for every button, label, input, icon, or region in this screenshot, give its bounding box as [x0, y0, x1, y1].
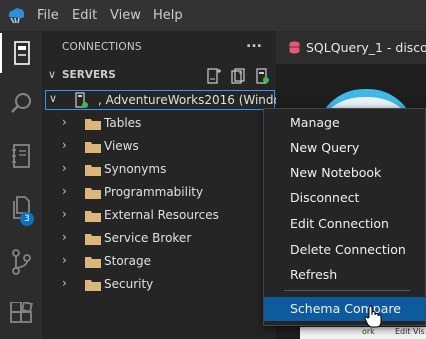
source-control-icon	[12, 249, 31, 275]
server-connection-row[interactable]: ∨ , AdventureWorks2016 (Windo...	[45, 90, 292, 110]
folder-icon	[85, 211, 101, 222]
menu-item-label: Manage	[290, 115, 340, 130]
chevron-right-icon: ›	[62, 276, 67, 290]
folder-icon	[85, 234, 101, 245]
title-bar: File Edit View Help	[0, 0, 426, 31]
notebooks-activity[interactable]	[0, 136, 42, 176]
extensions-activity[interactable]	[0, 294, 42, 334]
tree-item-label: Synonyms	[104, 162, 167, 176]
tab-sqlquery[interactable]: SQLQuery_1 - discon	[276, 31, 426, 64]
search-activity[interactable]	[0, 83, 42, 123]
hand-cursor-icon	[364, 305, 382, 328]
menu-help[interactable]: Help	[153, 8, 183, 23]
menu-edit[interactable]: Edit	[72, 8, 97, 23]
chevron-right-icon: ›	[62, 230, 67, 244]
folder-icon	[85, 188, 101, 199]
tree-item-label: Security	[104, 277, 154, 291]
folder-icon	[85, 280, 101, 291]
tree-item-label: External Resources	[104, 208, 219, 222]
strip-text: Vis	[413, 327, 425, 336]
menu-item-label: New Notebook	[290, 165, 382, 180]
menu-item-schema-compare[interactable]: Schema Compare	[264, 297, 425, 321]
background-window-strip: ork Edit Vis	[300, 327, 426, 339]
chevron-down-icon: ∨	[48, 68, 57, 81]
activity-bar: 3	[0, 31, 42, 339]
tree-item-storage[interactable]: › Storage	[42, 252, 276, 272]
tree-item-tables[interactable]: › Tables	[42, 114, 276, 134]
tree-item-service-broker[interactable]: › Service Broker	[42, 229, 276, 249]
chevron-right-icon: ›	[62, 161, 67, 175]
menu-item-label: Refresh	[290, 267, 338, 282]
menu-item-refresh[interactable]: Refresh	[264, 263, 425, 287]
menu-item-new-query[interactable]: New Query	[264, 136, 425, 160]
menu-item-manage[interactable]: Manage	[264, 111, 425, 135]
tree-item-label: Programmability	[104, 185, 204, 199]
menu-item-label: Disconnect	[290, 190, 360, 205]
chevron-right-icon: ›	[62, 115, 67, 129]
explorer-activity[interactable]: 3	[0, 188, 42, 228]
chevron-right-icon: ›	[62, 138, 67, 152]
chevron-right-icon: ›	[62, 253, 67, 267]
menu-item-new-notebook[interactable]: New Notebook	[264, 161, 425, 185]
new-server-group-icon[interactable]	[230, 68, 246, 84]
app-logo-icon	[8, 8, 25, 24]
tree-item-programmability[interactable]: › Programmability	[42, 183, 276, 203]
tree-item-views[interactable]: › Views	[42, 137, 276, 157]
notebook-icon	[12, 144, 30, 168]
folder-icon	[85, 165, 101, 176]
tree-item-security[interactable]: › Security	[42, 275, 276, 295]
menu-item-delete-connection[interactable]: Delete Connection	[264, 238, 425, 262]
connections-activity[interactable]	[0, 33, 42, 73]
new-connection-icon[interactable]	[206, 68, 222, 84]
server-connected-icon	[75, 92, 88, 108]
tab-label: SQLQuery_1 - discon	[306, 40, 426, 55]
menu-separator	[284, 290, 410, 291]
source-control-activity[interactable]	[0, 242, 42, 282]
connection-label: , AdventureWorks2016 (Windo...	[98, 93, 293, 107]
tree-item-label: Storage	[104, 254, 151, 268]
tree-item-synonyms[interactable]: › Synonyms	[42, 160, 276, 180]
database-icon	[289, 41, 300, 54]
folder-icon	[85, 257, 101, 268]
menu-item-label: Edit Connection	[290, 216, 389, 231]
explorer-badge: 3	[20, 212, 34, 226]
chevron-right-icon: ›	[62, 184, 67, 198]
menu-view[interactable]: View	[110, 8, 141, 23]
editor-tab-bar: SQLQuery_1 - discon	[276, 31, 426, 64]
sidebar-title: CONNECTIONS	[62, 41, 142, 53]
strip-text: Edit	[395, 327, 411, 336]
server-icon	[14, 41, 30, 65]
menu-item-edit-connection[interactable]: Edit Connection	[264, 212, 425, 236]
tree-item-label: Views	[104, 139, 139, 153]
folder-icon	[85, 119, 101, 130]
active-connections-icon[interactable]	[254, 68, 270, 84]
menu-item-disconnect[interactable]: Disconnect	[264, 186, 425, 210]
menu-file[interactable]: File	[37, 8, 59, 23]
chevron-down-icon: ∨	[49, 92, 58, 105]
tree-item-label: Tables	[104, 116, 142, 130]
servers-section-header[interactable]: ∨ SERVERS	[42, 67, 276, 85]
extensions-icon	[10, 302, 33, 323]
context-menu: Manage New Query New Notebook Disconnect…	[263, 108, 426, 326]
tree-item-label: Service Broker	[104, 231, 192, 245]
chevron-right-icon: ›	[62, 207, 67, 221]
folder-icon	[85, 142, 101, 153]
connections-sidebar: CONNECTIONS ... ∨ SERVERS ∨ , AdventureW	[42, 31, 292, 339]
tree-item-external-resources[interactable]: › External Resources	[42, 206, 276, 226]
menu-item-label: Delete Connection	[290, 242, 406, 257]
more-actions-icon[interactable]: ...	[246, 35, 262, 51]
search-icon	[11, 93, 31, 113]
menu-item-label: Schema Compare	[290, 301, 401, 316]
menu-item-label: New Query	[290, 140, 360, 155]
servers-label: SERVERS	[62, 69, 116, 81]
